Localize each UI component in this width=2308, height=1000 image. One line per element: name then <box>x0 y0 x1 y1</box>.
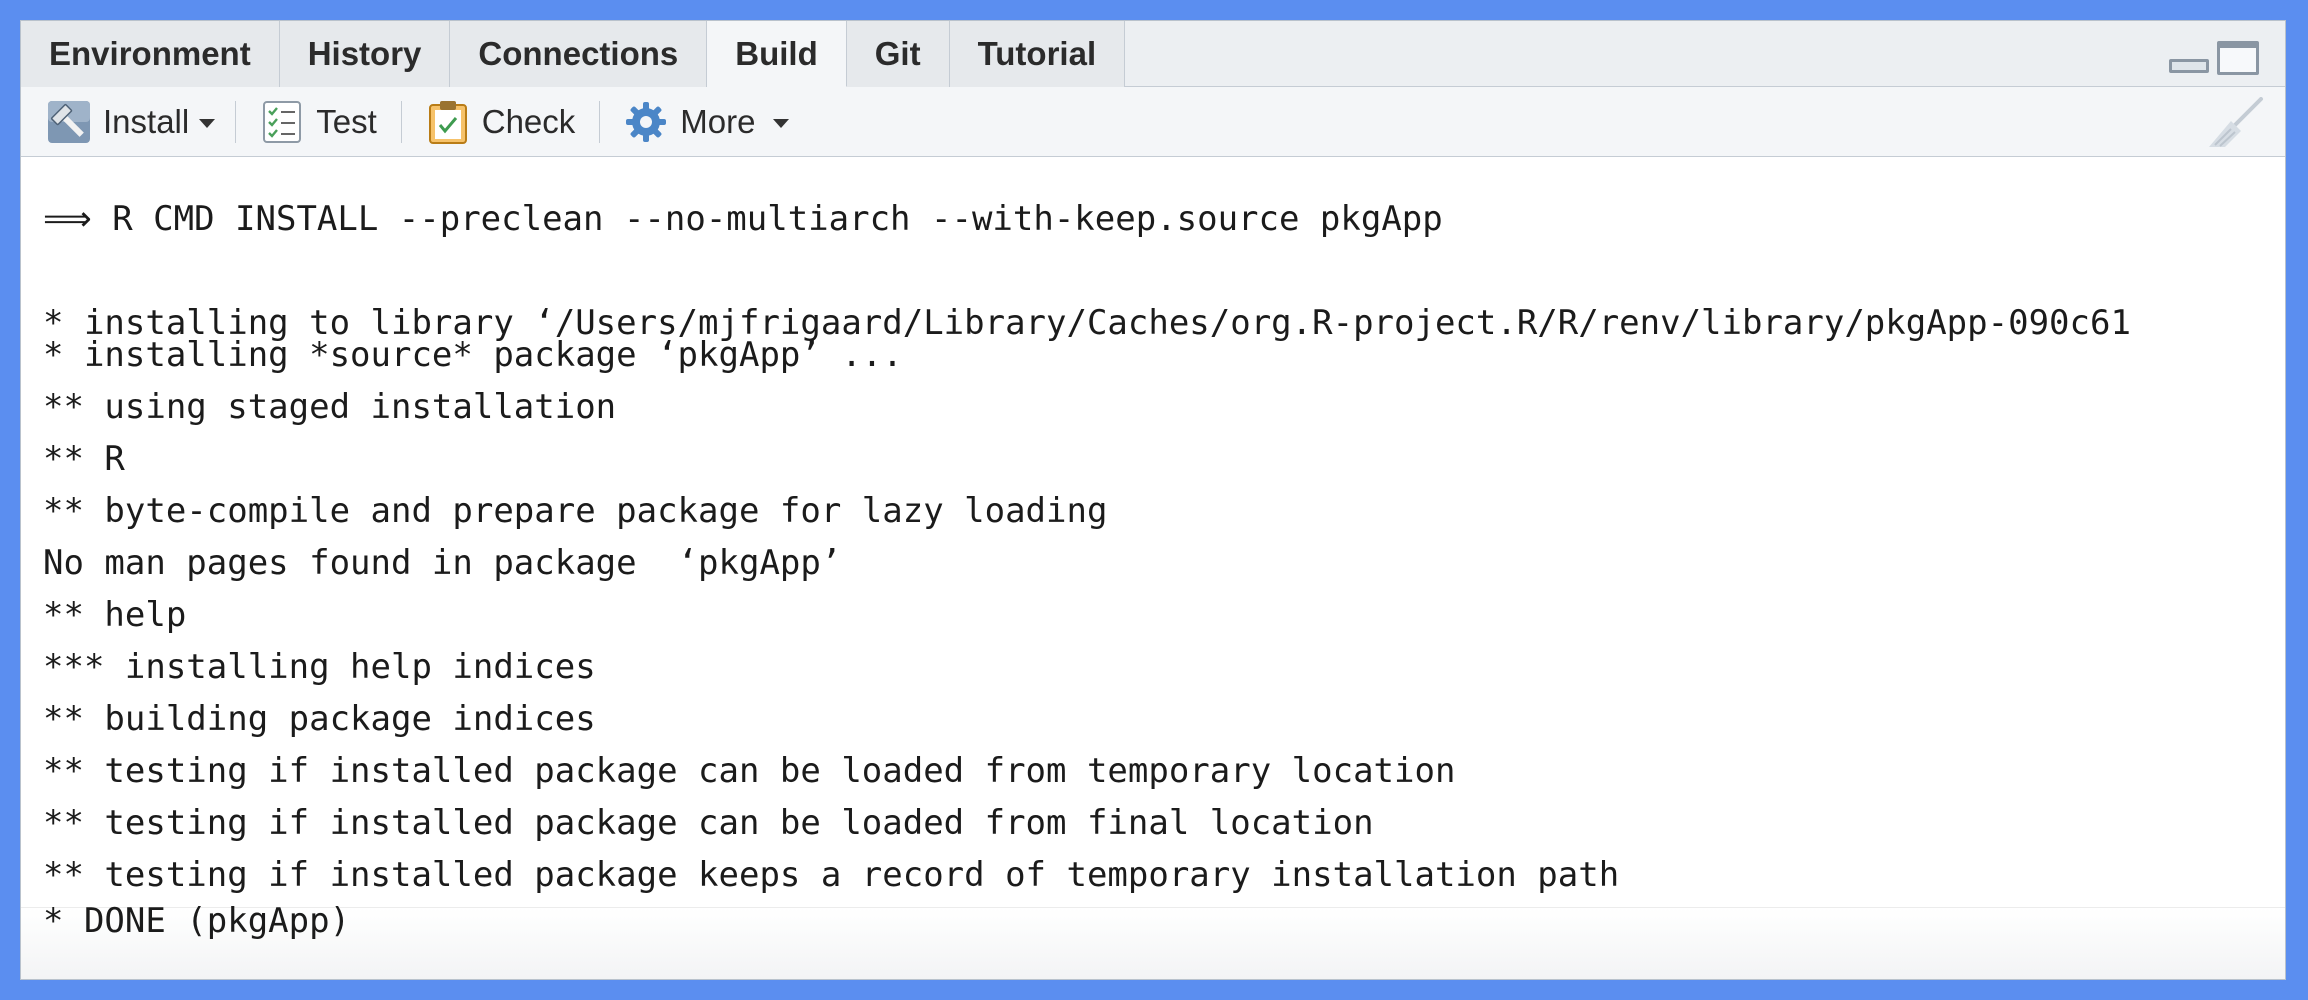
console-line: ** using staged installation <box>43 387 617 427</box>
console-line: ** R <box>43 439 125 479</box>
console-prompt-area <box>21 907 2285 979</box>
test-button[interactable]: Test <box>256 96 381 148</box>
checklist-icon <box>260 100 304 144</box>
window-controls <box>2169 41 2259 75</box>
pane-tab-bar: Environment History Connections Build Gi… <box>21 21 2285 87</box>
toolbar-separator <box>400 100 402 143</box>
tab-history[interactable]: History <box>279 21 451 87</box>
clipboard-check-icon <box>426 100 470 144</box>
tab-environment[interactable]: Environment <box>21 21 280 87</box>
maximize-icon[interactable] <box>2217 41 2259 75</box>
more-label: More <box>680 102 756 140</box>
tab-connections[interactable]: Connections <box>450 21 708 87</box>
console-line: *** installing help indices <box>43 647 596 687</box>
broom-icon[interactable] <box>2205 97 2265 149</box>
toolbar-separator <box>235 100 237 143</box>
tab-tutorial[interactable]: Tutorial <box>949 21 1126 87</box>
console-line: ** testing if installed package can be l… <box>43 803 1374 843</box>
check-label: Check <box>481 102 576 140</box>
tab-list: Environment History Connections Build Gi… <box>21 21 1126 87</box>
tab-build[interactable]: Build <box>707 21 847 87</box>
build-pane: Environment History Connections Build Gi… <box>20 20 2286 980</box>
hammer-icon <box>47 100 91 144</box>
console-line: ** byte-compile and prepare package for … <box>43 491 1108 531</box>
console-line: ⟹ R CMD INSTALL --preclean --no-multiarc… <box>43 199 1443 239</box>
gear-icon <box>624 100 668 144</box>
build-toolbar: Install Test Check More <box>21 87 2285 157</box>
console-line: ** help <box>43 595 187 635</box>
build-console-output: ⟹ R CMD INSTALL --preclean --no-multiarc… <box>21 157 2285 979</box>
test-label: Test <box>316 102 377 140</box>
console-line: * installing *source* package ‘pkgApp’ .… <box>43 335 903 375</box>
more-dropdown-caret-icon <box>773 119 790 128</box>
more-button[interactable]: More <box>620 96 793 148</box>
install-label: Install <box>103 102 190 140</box>
tab-git[interactable]: Git <box>846 21 950 87</box>
console-line: ** testing if installed package can be l… <box>43 751 1456 791</box>
install-button[interactable]: Install <box>43 96 193 148</box>
console-line: ** building package indices <box>43 699 596 739</box>
install-dropdown-caret-icon[interactable] <box>199 119 216 128</box>
console-line: ** testing if installed package keeps a … <box>43 855 1620 895</box>
toolbar-separator <box>599 100 601 143</box>
console-line: No man pages found in package ‘pkgApp’ <box>43 543 842 583</box>
console-line-done: * DONE (pkgApp) <box>43 901 351 941</box>
minimize-icon[interactable] <box>2169 59 2209 73</box>
check-button[interactable]: Check <box>422 96 580 148</box>
